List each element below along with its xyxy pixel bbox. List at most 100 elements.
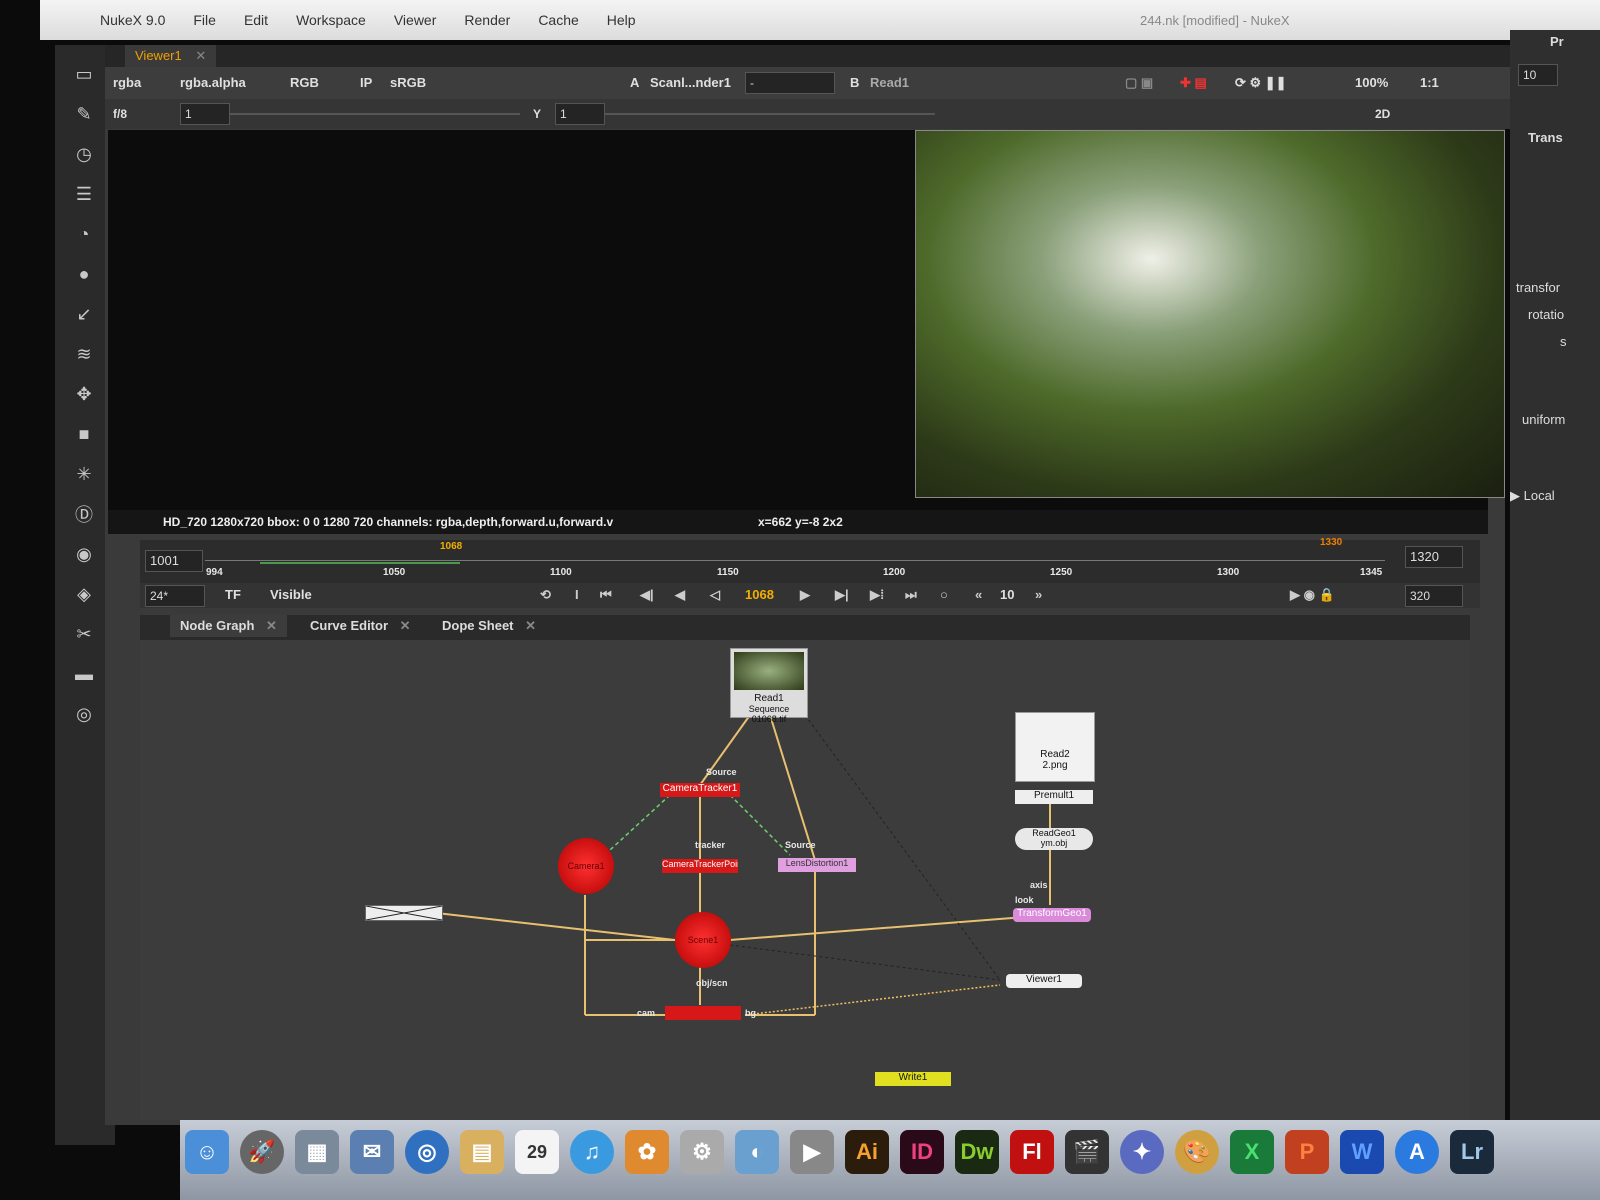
next-key-icon[interactable]: ▶⁞ — [870, 585, 884, 605]
close-icon[interactable]: ✕ — [266, 618, 277, 633]
launchpad-icon[interactable]: 🚀 — [240, 1130, 284, 1174]
fstop-toggle[interactable]: f/8 — [113, 104, 127, 124]
fps-field[interactable]: 24* — [145, 585, 205, 607]
merge-icon[interactable]: ≋ — [70, 340, 98, 368]
input-a-select[interactable]: Scanl...nder1 — [650, 73, 731, 93]
channels-select[interactable]: rgba — [113, 73, 141, 93]
roi-icon[interactable]: ▢ ▣ — [1125, 73, 1153, 93]
powerpoint-icon[interactable]: P — [1285, 1130, 1329, 1174]
display-select[interactable]: RGB — [290, 73, 319, 93]
play-icon[interactable]: ▶ — [800, 585, 810, 605]
next-frame-icon[interactable]: ▶| — [835, 585, 849, 605]
image-icon[interactable]: ▭ — [70, 60, 98, 88]
views-icon[interactable]: ◉ — [70, 540, 98, 568]
node-scanlinerender1[interactable] — [665, 1006, 741, 1020]
preview-icon[interactable]: ◐ — [735, 1130, 779, 1174]
draw-icon[interactable]: ✎ — [70, 100, 98, 128]
range-select[interactable]: Visible — [270, 585, 312, 605]
toolsets-icon[interactable]: ✂ — [70, 620, 98, 648]
lut-select[interactable]: sRGB — [390, 73, 426, 93]
current-frame-field[interactable]: 1068 — [745, 585, 774, 605]
out-marker[interactable]: 1330 — [1320, 537, 1342, 548]
utilities-icon[interactable]: ⚙ — [680, 1130, 724, 1174]
menu-viewer[interactable]: Viewer — [394, 12, 437, 28]
skip-back-icon[interactable]: ⏮ — [600, 585, 612, 605]
tab-viewer1[interactable]: Viewer1 ✕ — [125, 45, 217, 67]
alpha-select[interactable]: rgba.alpha — [180, 73, 246, 93]
current-frame-marker[interactable]: 1068 — [440, 541, 462, 552]
skip-forward-icon[interactable]: ⏭ — [905, 585, 917, 605]
record-icon[interactable]: ○ — [940, 585, 948, 605]
timeline[interactable]: 1001 1320 994 1068 1330 1050 1100 1150 1… — [140, 537, 1480, 585]
other-icon[interactable]: ▬ — [70, 660, 98, 688]
gain-field[interactable]: 1 — [180, 103, 230, 125]
menu-workspace[interactable]: Workspace — [296, 12, 366, 28]
time-icon[interactable]: ◷ — [70, 140, 98, 168]
furnace-icon[interactable]: ◎ — [70, 700, 98, 728]
menu-cache[interactable]: Cache — [538, 12, 578, 28]
node-readgeo1[interactable]: ReadGeo1 ym.obj — [1015, 828, 1093, 850]
timeline-ruler[interactable] — [205, 560, 1385, 561]
close-icon[interactable]: ✕ — [195, 48, 206, 63]
paint-icon[interactable]: 🎨 — [1175, 1130, 1219, 1174]
view-mode-select[interactable]: 2D — [1375, 104, 1390, 124]
node-lensdistortion1[interactable]: LensDistortion1 — [778, 858, 856, 872]
step-field[interactable]: 10 — [1000, 585, 1014, 605]
iphoto-icon[interactable]: ✿ — [625, 1130, 669, 1174]
3d-icon[interactable]: ■ — [70, 420, 98, 448]
deep-icon[interactable]: Ⓓ — [70, 500, 98, 528]
max-panels-field[interactable]: 10 — [1518, 64, 1558, 86]
gamma-slider[interactable] — [605, 113, 935, 115]
input-b-select[interactable]: Read1 — [870, 73, 909, 93]
gain-slider[interactable] — [230, 113, 520, 115]
end-frame-field[interactable]: 320 — [1405, 585, 1463, 607]
flipbook-icon[interactable]: ▶ ◉ 🔒 — [1290, 585, 1335, 605]
close-icon[interactable]: ✕ — [400, 618, 411, 633]
node-camera1[interactable]: Camera1 — [558, 838, 614, 894]
photos-icon[interactable]: ▦ — [295, 1130, 339, 1174]
filter-icon[interactable]: ● — [70, 260, 98, 288]
tab-curve-editor[interactable]: Curve Editor ✕ — [300, 615, 421, 637]
metadata-icon[interactable]: ◈ — [70, 580, 98, 608]
node-graph[interactable]: Read1 Sequence 01068.tif Read2 2.png Pre… — [140, 640, 1470, 1120]
illustrator-icon[interactable]: Ai — [845, 1130, 889, 1174]
notes-icon[interactable]: ▤ — [460, 1130, 504, 1174]
node-write1[interactable]: Write1 — [875, 1072, 951, 1086]
excel-icon[interactable]: X — [1230, 1130, 1274, 1174]
clip-warning-icon[interactable]: ✚ ▤ — [1180, 73, 1207, 93]
finder-icon[interactable]: ☺ — [185, 1130, 229, 1174]
keynote-icon[interactable]: ✦ — [1120, 1130, 1164, 1174]
node-read2[interactable]: Read2 2.png — [1015, 712, 1095, 782]
transform-icon[interactable]: ✥ — [70, 380, 98, 408]
node-cameratracker1[interactable]: CameraTracker1 — [660, 783, 740, 797]
step-back-icon[interactable]: « — [975, 585, 982, 605]
in-frame-field[interactable]: 1001 — [145, 550, 203, 572]
keyer-icon[interactable]: ↙ — [70, 300, 98, 328]
mail-icon[interactable]: ✉ — [350, 1130, 394, 1174]
close-icon[interactable]: ✕ — [525, 618, 536, 633]
app-store-icon[interactable]: A — [1395, 1130, 1439, 1174]
node-disabled-axis[interactable] — [365, 905, 443, 921]
lightroom-icon[interactable]: Lr — [1450, 1130, 1494, 1174]
clapper-icon[interactable]: 🎬 — [1065, 1130, 1109, 1174]
ip-toggle[interactable]: IP — [360, 73, 372, 93]
loop-icon[interactable]: ⟲ — [540, 585, 551, 605]
out-frame-field[interactable]: 1320 — [1405, 546, 1463, 568]
safari-icon[interactable]: ◎ — [405, 1130, 449, 1174]
indesign-icon[interactable]: ID — [900, 1130, 944, 1174]
play-back-icon[interactable]: ◁ — [710, 585, 720, 605]
menu-app[interactable]: NukeX 9.0 — [100, 12, 165, 28]
node-cameratrackerpointcloud1[interactable]: CameraTrackerPointCloud1 — [662, 859, 738, 873]
local-matrix-toggle[interactable]: ▶ Local — [1510, 488, 1555, 504]
menu-help[interactable]: Help — [607, 12, 636, 28]
node-transformgeo1[interactable]: TransformGeo1 — [1013, 908, 1091, 922]
color-icon[interactable]: ◔ — [70, 220, 98, 248]
menu-edit[interactable]: Edit — [244, 12, 268, 28]
tab-properties[interactable]: Pr — [1550, 34, 1564, 49]
tab-node-graph[interactable]: Node Graph ✕ — [170, 615, 287, 637]
video-icon[interactable]: ▶ — [790, 1130, 834, 1174]
zoom-select[interactable]: 100% — [1355, 73, 1388, 93]
node-viewer1[interactable]: Viewer1 — [1006, 974, 1082, 988]
node-scene1[interactable]: Scene1 — [675, 912, 731, 968]
flash-icon[interactable]: Fl — [1010, 1130, 1054, 1174]
